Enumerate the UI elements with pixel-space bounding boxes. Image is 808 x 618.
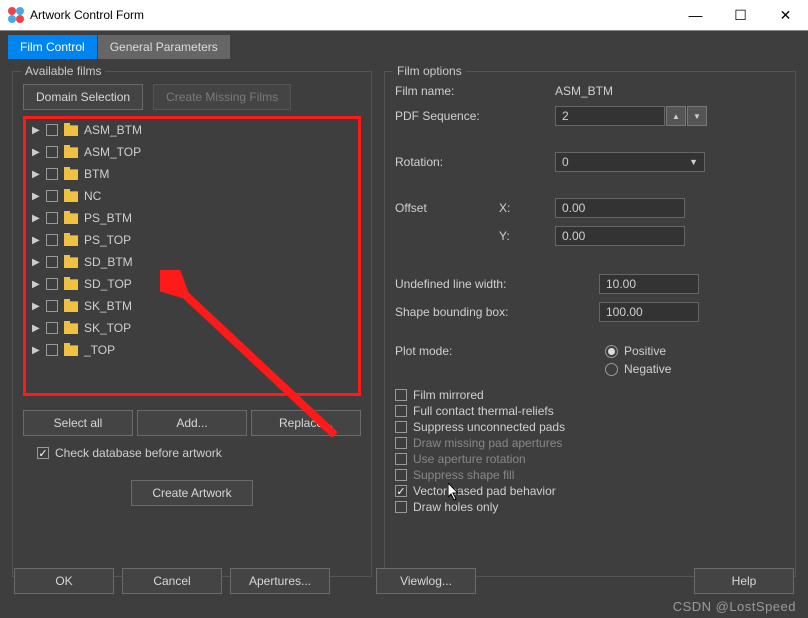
film-options-title: Film options <box>393 64 466 78</box>
tab-film-control[interactable]: Film Control <box>8 35 97 59</box>
film-mirrored-checkbox[interactable] <box>395 389 407 401</box>
negative-radio[interactable] <box>605 363 618 376</box>
maximize-button[interactable]: ☐ <box>718 0 763 30</box>
tree-item: ▶SK_TOP <box>26 317 358 339</box>
expand-icon[interactable]: ▶ <box>32 213 40 224</box>
folder-icon <box>64 169 78 180</box>
positive-radio[interactable] <box>605 345 618 358</box>
expand-icon[interactable]: ▶ <box>32 279 40 290</box>
pdf-seq-down-button[interactable]: ▼ <box>687 106 707 126</box>
tree-item: ▶PS_BTM <box>26 207 358 229</box>
film-checkbox[interactable] <box>46 124 58 136</box>
folder-icon <box>64 257 78 268</box>
full-contact-checkbox[interactable] <box>395 405 407 417</box>
vector-based-checkbox[interactable] <box>395 485 407 497</box>
film-checkbox[interactable] <box>46 322 58 334</box>
help-button[interactable]: Help <box>694 568 794 594</box>
expand-icon[interactable]: ▶ <box>32 169 40 180</box>
undefined-line-width-label: Undefined line width: <box>395 277 599 291</box>
chevron-down-icon: ▼ <box>689 157 698 167</box>
expand-icon[interactable]: ▶ <box>32 191 40 202</box>
film-checkbox[interactable] <box>46 212 58 224</box>
tree-item: ▶BTM <box>26 163 358 185</box>
minimize-button[interactable]: — <box>673 0 718 30</box>
use-aperture-checkbox <box>395 453 407 465</box>
offset-y-input[interactable] <box>555 226 685 246</box>
pdf-seq-up-button[interactable]: ▲ <box>666 106 686 126</box>
ok-button[interactable]: OK <box>14 568 114 594</box>
tree-item: ▶_TOP <box>26 339 358 361</box>
check-database-label: Check database before artwork <box>55 446 222 460</box>
select-all-button[interactable]: Select all <box>23 410 133 436</box>
offset-x-input[interactable] <box>555 198 685 218</box>
cancel-button[interactable]: Cancel <box>122 568 222 594</box>
folder-icon <box>64 235 78 246</box>
shape-bounding-box-label: Shape bounding box: <box>395 305 599 319</box>
watermark: CSDN @LostSpeed <box>673 599 796 614</box>
folder-icon <box>64 213 78 224</box>
folder-icon <box>64 279 78 290</box>
pdf-sequence-input[interactable] <box>555 106 665 126</box>
tree-item: ▶SD_TOP <box>26 273 358 295</box>
folder-icon <box>64 301 78 312</box>
folder-icon <box>64 345 78 356</box>
create-missing-films-button: Create Missing Films <box>153 84 291 110</box>
tree-item: ▶SK_BTM <box>26 295 358 317</box>
rotation-label: Rotation: <box>395 155 555 169</box>
tree-item: ▶PS_TOP <box>26 229 358 251</box>
film-checkbox[interactable] <box>46 300 58 312</box>
expand-icon[interactable]: ▶ <box>32 125 40 136</box>
folder-icon <box>64 191 78 202</box>
offset-x-label: X: <box>499 201 555 215</box>
draw-holes-checkbox[interactable] <box>395 501 407 513</box>
create-artwork-button[interactable]: Create Artwork <box>131 480 252 506</box>
tab-general-parameters[interactable]: General Parameters <box>98 35 230 59</box>
available-films-title: Available films <box>21 64 105 78</box>
expand-icon[interactable]: ▶ <box>32 301 40 312</box>
replace-button[interactable]: Replace... <box>251 410 361 436</box>
film-name-value: ASM_BTM <box>555 84 613 98</box>
offset-label: Offset <box>395 201 499 215</box>
film-name-label: Film name: <box>395 84 555 98</box>
expand-icon[interactable]: ▶ <box>32 257 40 268</box>
film-checkbox[interactable] <box>46 168 58 180</box>
folder-icon <box>64 147 78 158</box>
close-button[interactable]: ✕ <box>763 0 808 30</box>
domain-selection-button[interactable]: Domain Selection <box>23 84 143 110</box>
folder-icon <box>64 125 78 136</box>
plot-mode-label: Plot mode: <box>395 344 605 380</box>
draw-missing-checkbox <box>395 437 407 449</box>
add-button[interactable]: Add... <box>137 410 247 436</box>
tree-item: ▶NC <box>26 185 358 207</box>
film-checkbox[interactable] <box>46 234 58 246</box>
pdf-sequence-label: PDF Sequence: <box>395 109 555 123</box>
film-checkbox[interactable] <box>46 344 58 356</box>
window-title: Artwork Control Form <box>30 8 673 22</box>
rotation-select[interactable]: 0 ▼ <box>555 152 705 172</box>
film-checkbox[interactable] <box>46 278 58 290</box>
expand-icon[interactable]: ▶ <box>32 235 40 246</box>
folder-icon <box>64 323 78 334</box>
offset-y-label: Y: <box>499 229 555 243</box>
film-checkbox[interactable] <box>46 146 58 158</box>
films-tree[interactable]: ▶ASM_BTM ▶ASM_TOP ▶BTM ▶NC ▶PS_BTM ▶PS_T… <box>23 116 361 396</box>
tree-item: ▶ASM_BTM <box>26 119 358 141</box>
suppress-shape-checkbox <box>395 469 407 481</box>
apertures-button[interactable]: Apertures... <box>230 568 330 594</box>
expand-icon[interactable]: ▶ <box>32 147 40 158</box>
suppress-pads-checkbox[interactable] <box>395 421 407 433</box>
check-database-checkbox[interactable] <box>37 447 49 459</box>
shape-bounding-box-input[interactable] <box>599 302 699 322</box>
expand-icon[interactable]: ▶ <box>32 345 40 356</box>
app-icon <box>8 7 24 23</box>
film-checkbox[interactable] <box>46 190 58 202</box>
film-checkbox[interactable] <box>46 256 58 268</box>
viewlog-button[interactable]: Viewlog... <box>376 568 476 594</box>
tree-item: ▶ASM_TOP <box>26 141 358 163</box>
tree-item: ▶SD_BTM <box>26 251 358 273</box>
undefined-line-width-input[interactable] <box>599 274 699 294</box>
expand-icon[interactable]: ▶ <box>32 323 40 334</box>
